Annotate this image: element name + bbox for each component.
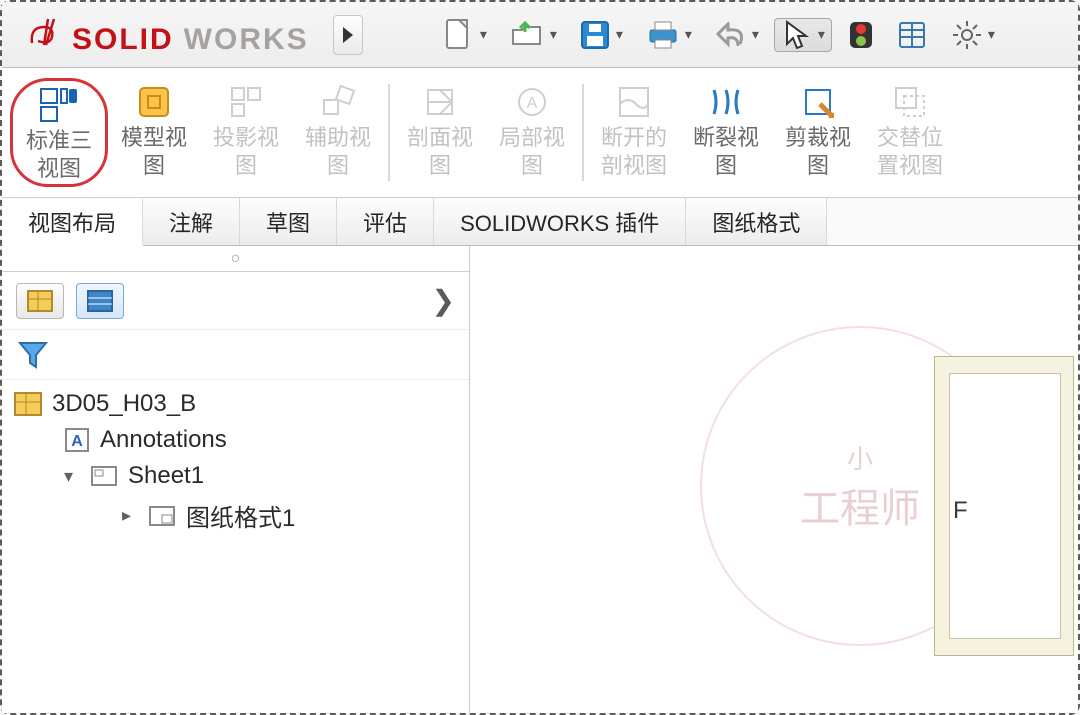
cmd-break-view[interactable]: 断裂视 图 [680,78,772,181]
cmd-label: 剖面视 图 [407,124,473,179]
cmd-alternate-position: 交替位 置视图 [864,78,956,181]
quick-access-toolbar: ▾ ▾ ▾ ▾ ▾ ▾ ▾ [371,13,1068,57]
feature-manager-panel: ○ ❯ 3D05_H03_B A Annotations ▾ [2,246,470,713]
ribbon-separator [582,84,584,181]
sheet-format-label: 图纸格式1 [186,498,295,533]
standard-3view-icon [39,85,79,125]
cmd-standard-3view[interactable]: 标准三 视图 [10,78,108,187]
sheet-icon [90,465,118,487]
cmd-projected-view: 投影视 图 [200,78,292,181]
filter-row[interactable] [2,330,469,380]
ribbon: 标准三 视图 模型视 图 投影视 图 辅助视 图 剖面视 图 A 局部视 图 断… [2,68,1078,198]
expand-chevron-icon[interactable]: ❯ [432,284,455,317]
open-button[interactable]: ▾ [502,13,564,57]
caret-right-icon [340,24,356,46]
settings-button[interactable]: ▾ [942,13,1004,57]
cmd-model-view[interactable]: 模型视 图 [108,78,200,181]
cmd-section-view: 剖面视 图 [394,78,486,181]
cmd-label: 模型视 图 [121,124,187,179]
title-bar: SOLID WORKS ▾ ▾ ▾ ▾ ▾ ▾ ▾ [2,2,1078,68]
collapse-triangle-icon[interactable]: ▾ [64,466,80,487]
drawing-canvas[interactable]: 小 工程师 F [470,246,1078,713]
property-manager-icon [86,289,114,313]
section-view-icon [420,82,460,122]
expand-triangle-icon[interactable]: ▸ [122,505,138,526]
cmd-label: 断裂视 图 [693,124,759,179]
svg-text:A: A [71,433,83,450]
caret-down-icon: ▾ [685,26,692,43]
tab-evaluate[interactable]: 评估 [337,198,434,245]
cmd-auxiliary-view: 辅助视 图 [292,78,384,181]
annotations-label: Annotations [100,426,227,454]
ribbon-separator [388,84,390,181]
rebuild-status-icon[interactable] [838,13,884,57]
alternate-position-icon [890,82,930,122]
caret-down-icon: ▾ [752,26,759,43]
feature-tree: 3D05_H03_B A Annotations ▾ Sheet1 ▸ 图纸格式… [2,380,469,713]
cmd-label: 投影视 图 [213,124,279,179]
tab-addins[interactable]: SOLIDWORKS 插件 [434,198,686,245]
brand-solid: SOLID [72,23,174,57]
caret-down-icon: ▾ [550,26,557,43]
cmd-label: 标准三 视图 [26,127,92,182]
brand-works: WORKS [184,23,309,57]
cmd-label: 断开的 剖视图 [601,124,667,179]
property-manager-button[interactable] [76,283,124,319]
svg-text:A: A [527,95,538,112]
sheet-preview: F [934,356,1074,656]
cmd-label: 局部视 图 [499,124,565,179]
drawing-icon [14,392,42,416]
tab-sketch[interactable]: 草图 [240,198,337,245]
cmd-label: 交替位 置视图 [877,124,943,179]
cmd-broken-out-section: 断开的 剖视图 [588,78,680,181]
tree-root-label: 3D05_H03_B [52,390,196,418]
tree-root[interactable]: 3D05_H03_B [12,386,461,422]
feature-manager-icon [26,289,54,313]
tab-annotation[interactable]: 注解 [143,198,240,245]
cmd-crop-view[interactable]: 剪裁视 图 [772,78,864,181]
sheet-zone-label: F [953,497,968,525]
projected-view-icon [226,82,266,122]
new-doc-button[interactable]: ▾ [434,13,496,57]
command-manager-tabs: 视图布局 注解 草图 评估 SOLIDWORKS 插件 图纸格式 [2,198,1078,246]
caret-down-icon: ▾ [616,26,623,43]
sheet-label: Sheet1 [128,462,204,490]
break-view-icon [706,82,746,122]
model-view-icon [134,82,174,122]
sheet-format-icon [148,505,176,527]
brand-logo-icon [26,13,62,54]
annotations-icon: A [64,427,90,453]
panel-tab-strip[interactable]: ○ [2,246,469,272]
cmd-label: 辅助视 图 [305,124,371,179]
print-button[interactable]: ▾ [638,13,700,57]
cmd-label: 剪裁视 图 [785,124,851,179]
select-button[interactable]: ▾ [774,18,832,52]
caret-down-icon: ▾ [818,26,825,43]
undo-button[interactable]: ▾ [706,13,768,57]
tab-view-layout[interactable]: 视图布局 [2,199,143,246]
caret-down-icon: ▾ [480,26,487,43]
tree-sheet-format[interactable]: ▸ 图纸格式1 [12,494,461,537]
save-button[interactable]: ▾ [570,13,632,57]
cmd-detail-view: A 局部视 图 [486,78,578,181]
tab-sheet-format[interactable]: 图纸格式 [686,198,827,245]
broken-out-section-icon [614,82,654,122]
auxiliary-view-icon [318,82,358,122]
caret-down-icon: ▾ [988,26,995,43]
options-panel-button[interactable] [890,13,936,57]
brand-menu-button[interactable] [333,15,363,55]
funnel-icon [16,339,50,371]
tree-sheet1[interactable]: ▾ Sheet1 [12,458,461,494]
app-brand: SOLID WORKS [26,13,309,57]
panel-view-buttons: ❯ [2,272,469,330]
workspace: ○ ❯ 3D05_H03_B A Annotations ▾ [2,246,1078,713]
crop-view-icon [798,82,838,122]
detail-view-icon: A [512,82,552,122]
feature-manager-button[interactable] [16,283,64,319]
tree-annotations[interactable]: A Annotations [12,422,461,458]
